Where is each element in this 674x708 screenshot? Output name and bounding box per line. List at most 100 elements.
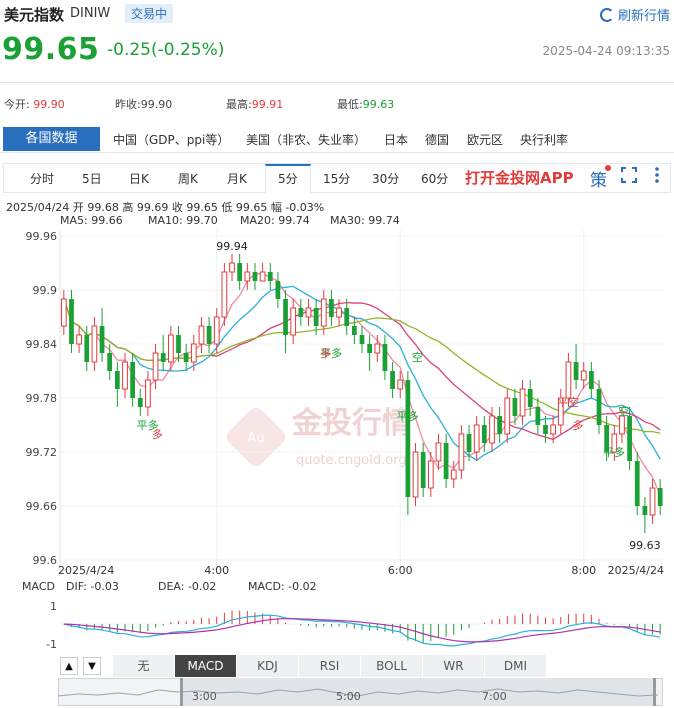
candle-body — [580, 370, 587, 381]
tab-period-15min[interactable]: 15分 — [323, 170, 350, 187]
y-tick-label: 99.72 — [26, 446, 58, 459]
tab-eurozone[interactable]: 欧元区 — [467, 131, 503, 148]
candle-body — [229, 262, 235, 273]
candle-body — [443, 443, 449, 479]
indicator-macd[interactable]: MACD — [175, 655, 237, 677]
tab-period-weekly[interactable]: 周K — [178, 170, 198, 187]
candle-body — [374, 343, 381, 354]
candle-body — [114, 371, 120, 389]
candle-body — [176, 335, 181, 353]
candle-body — [298, 308, 304, 317]
tab-period-30min[interactable]: 30分 — [372, 170, 399, 187]
tab-central-bank-rates[interactable]: 央行利率 — [520, 131, 568, 148]
price-change: -0.25(-0.25%) — [107, 40, 225, 60]
stat-value: 99.91 — [251, 98, 284, 111]
candle-body — [473, 424, 480, 453]
candle-body — [497, 416, 502, 434]
scroll-up-button[interactable]: ▲ — [60, 657, 78, 675]
indicator-dmi[interactable]: DMI — [485, 655, 547, 677]
macd-dea-line — [63, 618, 661, 643]
macd-y-tick: 1 — [50, 600, 57, 613]
tab-japan[interactable]: 日本 — [384, 131, 408, 148]
tab-country-data[interactable]: 各国数据 — [3, 127, 100, 151]
status-badge: 交易中 — [125, 4, 174, 23]
y-tick-label: 99.9 — [33, 284, 58, 297]
tab-usa[interactable]: 美国（非农、失业率） — [246, 131, 366, 148]
y-tick-label: 99.66 — [26, 500, 58, 513]
candle-body — [642, 506, 648, 515]
candle-body — [221, 271, 228, 318]
candle-body — [69, 299, 74, 344]
candle-body — [167, 334, 174, 363]
candle-body — [290, 307, 297, 336]
indicator-none[interactable]: 无 — [113, 655, 175, 677]
stat-value: 99.63 — [362, 98, 395, 111]
candle-body — [198, 325, 205, 345]
indicator-kdj[interactable]: KDJ — [237, 655, 299, 677]
open-app-link[interactable]: 打开金投网APP — [465, 167, 574, 188]
tab-period-daily[interactable]: 日K — [129, 170, 149, 187]
candle-body — [107, 353, 113, 371]
strategy-button[interactable]: 策 — [590, 166, 607, 191]
tab-germany[interactable]: 德国 — [425, 131, 449, 148]
signal-label: 空 — [412, 350, 423, 364]
candle-body — [145, 379, 151, 408]
indicator-wr[interactable]: WR — [423, 655, 485, 677]
refresh-label: 刷新行情 — [617, 9, 670, 24]
candle-body — [627, 416, 632, 461]
stat-label: 昨收: — [115, 98, 141, 111]
candle-body — [427, 460, 434, 489]
macd-value-label: MACD: -0.02 — [248, 580, 317, 593]
candle-body — [565, 361, 572, 399]
tab-period-5day[interactable]: 5日 — [82, 170, 102, 187]
candle-body — [458, 433, 465, 471]
candle-body — [152, 352, 159, 381]
signal-label: 平多 — [603, 445, 625, 459]
candle-body — [535, 407, 541, 425]
watermark-text: 金投行情 — [291, 406, 412, 441]
candle-body — [84, 335, 90, 362]
tab-period-5min[interactable]: 5分 — [278, 170, 298, 187]
more-icon[interactable] — [652, 166, 662, 184]
stat-high: 最高:99.91 — [226, 96, 283, 112]
tab-period-monthly[interactable]: 月K — [227, 170, 247, 187]
candle-body — [512, 398, 518, 416]
candle-body — [412, 451, 419, 498]
refresh-icon — [599, 8, 614, 22]
candle-body — [183, 353, 189, 362]
candle-body — [634, 461, 640, 506]
candle-body — [305, 307, 312, 318]
quote-timestamp: 2025-04-24 09:13:35 — [542, 44, 670, 58]
high-annotation: 99.94 — [216, 240, 248, 253]
indicator-rsi[interactable]: RSI — [299, 655, 361, 677]
candle-body — [206, 326, 212, 344]
low-annotation: 99.63 — [629, 539, 661, 552]
scroll-down-button[interactable]: ▼ — [83, 657, 101, 675]
signal-label: 多 — [572, 418, 583, 432]
candle-body — [481, 425, 487, 443]
candle-body — [122, 361, 128, 390]
indicator-boll[interactable]: BOLL — [361, 655, 423, 677]
x-tick-label: 2025/4/24 — [58, 564, 114, 577]
y-tick-label: 99.78 — [26, 392, 58, 405]
signal-label: 平多 — [397, 409, 419, 423]
stat-label: 最低: — [337, 98, 363, 111]
tab-period-60min[interactable]: 60分 — [421, 170, 448, 187]
symbol-code: DINIW — [70, 6, 111, 21]
candle-body — [504, 397, 511, 435]
tab-period-intraday[interactable]: 分时 — [30, 170, 54, 187]
candle-body — [450, 469, 457, 480]
tab-china[interactable]: 中国（GDP、ppi等） — [113, 131, 229, 148]
fullscreen-icon[interactable] — [621, 167, 637, 183]
candle-body — [619, 415, 625, 435]
candle-body — [160, 353, 166, 362]
candle-body — [550, 424, 557, 435]
navigator-tick: 7:00 — [482, 690, 507, 703]
candle-body — [344, 308, 350, 326]
stat-label: 今开: — [4, 98, 30, 111]
candle-body — [382, 344, 388, 371]
refresh-button[interactable]: 刷新行情 — [599, 5, 670, 24]
candle-body — [573, 362, 579, 380]
candle-body — [259, 271, 266, 282]
stat-low: 最低:99.63 — [337, 96, 394, 112]
